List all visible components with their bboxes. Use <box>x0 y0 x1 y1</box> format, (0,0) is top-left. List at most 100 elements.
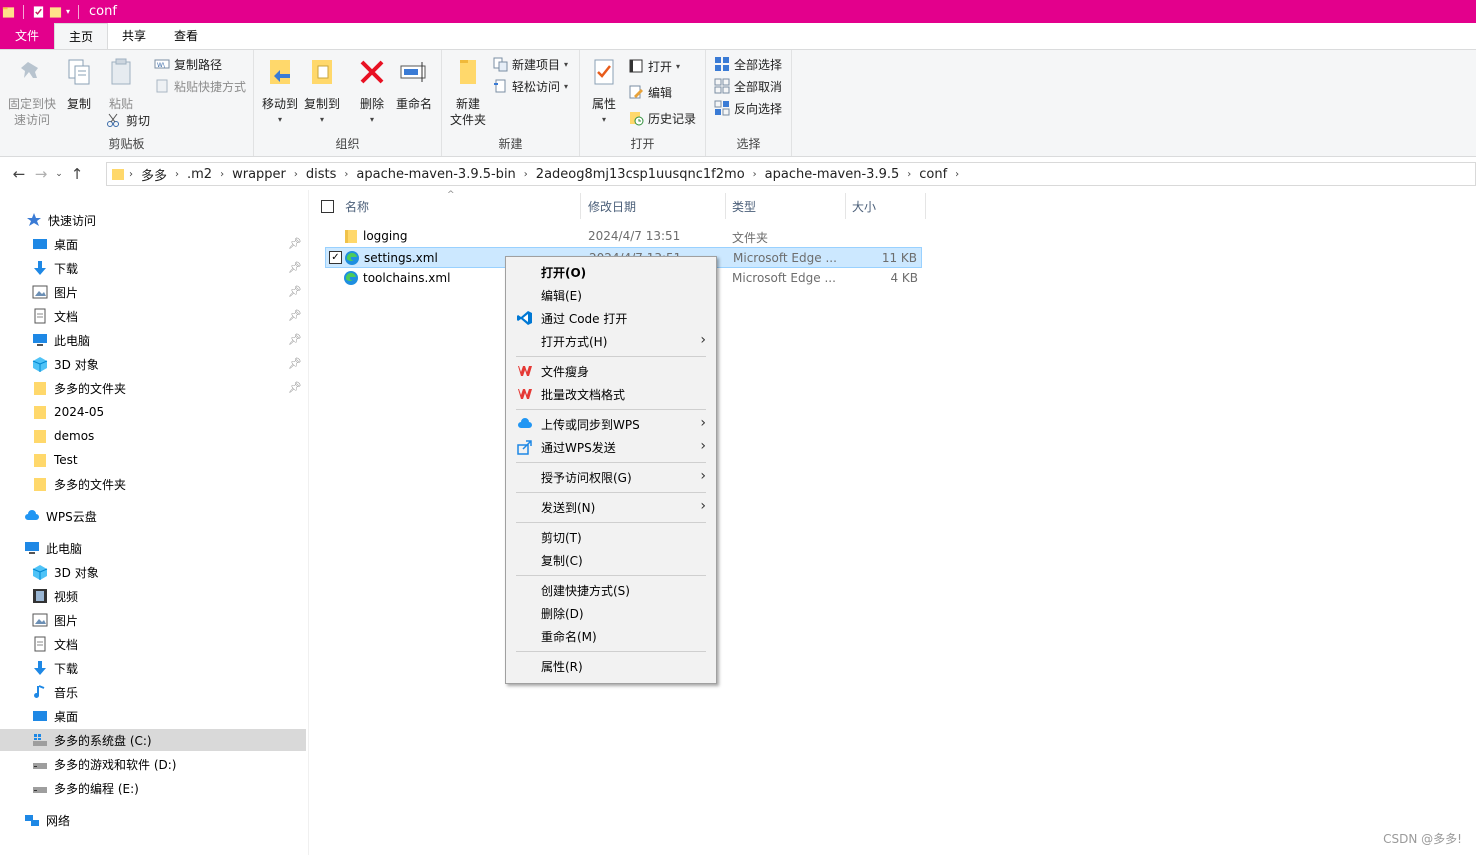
column-header-type[interactable]: 类型 <box>726 193 846 219</box>
address-bar[interactable]: › 多多 › .m2 › wrapper › dists › apache-ma… <box>106 162 1476 186</box>
sidebar-item-folder[interactable]: 多多的文件夹 📌︎ <box>0 377 306 399</box>
new-folder-button[interactable]: 新建 文件夹 <box>446 56 490 128</box>
new-item-button[interactable]: 新建项目 ▾ <box>492 54 568 74</box>
sidebar-quick-access[interactable]: 快速访问 <box>0 209 306 231</box>
menu-item-batch-convert[interactable]: 批量改文档格式 <box>508 383 714 405</box>
easy-access-button[interactable]: 轻松访问 ▾ <box>492 76 568 96</box>
menu-item-open[interactable]: 打开(O) <box>508 261 714 283</box>
menu-item-send-wps[interactable]: 通过WPS发送 › <box>508 436 714 458</box>
menu-item-create-shortcut[interactable]: 创建快捷方式(S) <box>508 579 714 601</box>
breadcrumb-item[interactable]: apache-maven-3.9.5 <box>761 167 904 182</box>
sidebar-wps-cloud[interactable]: WPS云盘 <box>0 505 306 527</box>
pin-icon[interactable]: 📌︎ <box>288 333 302 346</box>
sidebar-item-3d-objects[interactable]: 3D 对象 📌︎ <box>0 353 306 375</box>
breadcrumb-chevron-icon[interactable]: › <box>171 169 183 180</box>
paste-shortcut-button[interactable]: 粘贴快捷方式 <box>154 76 246 96</box>
breadcrumb-chevron-icon[interactable]: › <box>903 169 915 180</box>
sidebar-item-folder[interactable]: 2024-05 <box>0 401 306 423</box>
breadcrumb-chevron-icon[interactable]: › <box>290 169 302 180</box>
breadcrumb-item[interactable]: 2adeog8mj13csp1uusqnc1f2mo <box>532 167 749 182</box>
breadcrumb-chevron-icon[interactable]: › <box>216 169 228 180</box>
sidebar-item-videos[interactable]: 视频 <box>0 585 306 607</box>
breadcrumb-chevron-icon[interactable]: › <box>749 169 761 180</box>
tab-file[interactable]: 文件 <box>0 23 55 49</box>
sidebar-item-downloads[interactable]: 下载 <box>0 657 306 679</box>
select-none-button[interactable]: 全部取消 <box>714 76 782 96</box>
rename-button[interactable]: 重命名 <box>394 56 434 112</box>
tab-view[interactable]: 查看 <box>160 23 212 49</box>
recent-locations-chevron-icon[interactable]: ⌄ <box>52 169 66 179</box>
menu-item-edit[interactable]: 编辑(E) <box>508 284 714 306</box>
pin-icon[interactable]: 📌︎ <box>288 357 302 370</box>
menu-item-grant-access[interactable]: 授予访问权限(G) › <box>508 466 714 488</box>
sidebar-item-downloads[interactable]: 下载 📌︎ <box>0 257 306 279</box>
breadcrumb-item[interactable]: .m2 <box>183 167 216 182</box>
open-button[interactable]: 打开 ▾ <box>628 56 680 76</box>
sidebar-this-pc[interactable]: 此电脑 <box>0 537 306 559</box>
breadcrumb-item[interactable]: apache-maven-3.9.5-bin <box>352 167 519 182</box>
sidebar-item-pictures[interactable]: 图片 <box>0 609 306 631</box>
menu-item-cut[interactable]: 剪切(T) <box>508 526 714 548</box>
tab-home[interactable]: 主页 <box>54 23 109 49</box>
sidebar-item-music[interactable]: 音乐 <box>0 681 306 703</box>
breadcrumb-item[interactable]: 多多 <box>137 165 171 184</box>
paste-button[interactable]: 粘贴 <box>104 56 138 112</box>
menu-item-delete[interactable]: 删除(D) <box>508 602 714 624</box>
file-row[interactable]: logging 2024/4/7 13:51 文件夹 <box>325 226 922 247</box>
breadcrumb-item[interactable]: dists <box>302 167 341 182</box>
forward-arrow-icon[interactable]: → <box>30 165 52 183</box>
menu-item-open-with[interactable]: 打开方式(H) › <box>508 330 714 352</box>
sidebar-item-desktop[interactable]: 桌面 <box>0 705 306 727</box>
pin-icon[interactable]: 📌︎ <box>288 237 302 250</box>
breadcrumb-chevron-icon[interactable]: › <box>951 169 963 180</box>
menu-item-rename[interactable]: 重命名(M) <box>508 625 714 647</box>
sidebar-item-folder[interactable]: 多多的文件夹 <box>0 473 306 495</box>
row-checkbox[interactable]: ✓ <box>329 251 342 264</box>
new-folder-icon[interactable] <box>49 5 62 19</box>
up-arrow-icon[interactable]: ↑ <box>66 165 88 183</box>
move-to-button[interactable]: 移动到 ▾ <box>260 56 300 128</box>
menu-item-upload-wps[interactable]: 上传或同步到WPS › <box>508 413 714 435</box>
copy-path-button[interactable]: W\ 复制路径 <box>154 54 222 74</box>
select-all-checkbox[interactable] <box>321 200 334 213</box>
tab-share[interactable]: 共享 <box>108 23 160 49</box>
sidebar-item-drive-d[interactable]: 多多的游戏和软件 (D:) <box>0 753 306 775</box>
sidebar-item-pictures[interactable]: 图片 📌︎ <box>0 281 306 303</box>
cut-button[interactable]: 剪切 <box>106 110 150 130</box>
sidebar-item-documents[interactable]: 文档 📌︎ <box>0 305 306 327</box>
menu-item-properties[interactable]: 属性(R) <box>508 655 714 677</box>
breadcrumb-chevron-icon[interactable]: › <box>125 169 137 180</box>
menu-item-send-to[interactable]: 发送到(N) › <box>508 496 714 518</box>
sidebar-item-this-pc[interactable]: 此电脑 📌︎ <box>0 329 306 351</box>
properties-icon[interactable] <box>32 5 45 19</box>
menu-item-copy[interactable]: 复制(C) <box>508 549 714 571</box>
pin-icon[interactable]: 📌︎ <box>288 381 302 394</box>
pin-icon[interactable]: 📌︎ <box>288 261 302 274</box>
delete-button[interactable]: 删除 ▾ <box>354 56 390 128</box>
column-header-date[interactable]: 修改日期 <box>582 193 726 219</box>
breadcrumb-chevron-icon[interactable]: › <box>340 169 352 180</box>
sidebar-item-3d-objects[interactable]: 3D 对象 <box>0 561 306 583</box>
history-button[interactable]: 历史记录 <box>628 108 696 128</box>
sidebar-item-desktop[interactable]: 桌面 📌︎ <box>0 233 306 255</box>
menu-item-open-with-code[interactable]: 通过 Code 打开 <box>508 307 714 329</box>
column-header-name[interactable]: 名称 <box>339 193 581 219</box>
back-arrow-icon[interactable]: ← <box>8 165 30 183</box>
copy-button[interactable]: 复制 <box>62 56 96 112</box>
breadcrumb-item[interactable]: conf <box>915 167 951 182</box>
menu-item-file-slim[interactable]: 文件瘦身 <box>508 360 714 382</box>
pane-divider[interactable] <box>308 190 309 855</box>
sidebar-item-drive-c[interactable]: 多多的系统盘 (C:) <box>0 729 306 751</box>
sidebar-item-drive-e[interactable]: 多多的编程 (E:) <box>0 777 306 799</box>
breadcrumb-item[interactable]: wrapper <box>228 167 290 182</box>
sidebar-item-documents[interactable]: 文档 <box>0 633 306 655</box>
invert-selection-button[interactable]: 反向选择 <box>714 98 782 118</box>
pin-icon[interactable]: 📌︎ <box>288 309 302 322</box>
sidebar-network[interactable]: 网络 <box>0 809 306 831</box>
customize-qat-icon[interactable]: ▾ <box>66 7 70 16</box>
sidebar-item-folder[interactable]: Test <box>0 449 306 471</box>
breadcrumb-chevron-icon[interactable]: › <box>520 169 532 180</box>
pin-icon[interactable]: 📌︎ <box>288 285 302 298</box>
edit-button[interactable]: 编辑 <box>628 82 672 102</box>
pin-quick-access-button[interactable]: 固定到快 速访问 <box>6 56 58 128</box>
